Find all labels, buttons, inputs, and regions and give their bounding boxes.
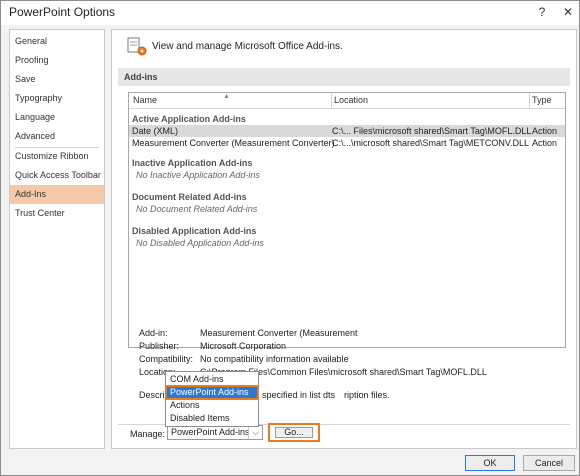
row-name: Date (XML) xyxy=(132,126,179,136)
sidebar-item-proofing[interactable]: Proofing xyxy=(10,51,104,70)
ok-button[interactable]: OK xyxy=(465,455,515,471)
list-header: Name ▲ Location Type xyxy=(129,93,565,109)
row-type: Action xyxy=(532,126,558,136)
go-button[interactable]: Go... xyxy=(268,423,320,442)
sidebar-item-add-ins[interactable]: Add-Ins xyxy=(10,185,104,204)
compatibility-value: No compatibility information available xyxy=(200,354,349,364)
publisher-value: Microsoft Corporation xyxy=(200,341,287,351)
group-document-add-ins: Document Related Add-ins xyxy=(132,192,247,202)
description-value-continued: ription files. xyxy=(344,390,390,400)
manage-label: Manage: xyxy=(130,429,166,439)
sort-ascending-icon: ▲ xyxy=(223,93,230,100)
column-divider xyxy=(331,93,332,109)
sidebar-item-quick-access-toolbar[interactable]: Quick Access Toolbar xyxy=(10,166,104,185)
sidebar-item-customize-ribbon[interactable]: Customize Ribbon xyxy=(10,147,104,166)
manage-dropdown-list[interactable]: COM Add-ins PowerPoint Add-ins Actions D… xyxy=(165,371,259,427)
dropdown-option-disabled-items[interactable]: Disabled Items xyxy=(166,412,258,425)
chevron-down-icon[interactable]: ⌵ xyxy=(248,426,262,439)
addin-value: Measurement Converter (Measurement xyxy=(200,328,358,338)
help-icon[interactable]: ? xyxy=(531,3,553,21)
dropdown-option-actions[interactable]: Actions xyxy=(166,399,258,412)
description-value: specified in list dts xyxy=(262,390,336,400)
group-inactive-add-ins: Inactive Application Add-ins xyxy=(132,158,253,168)
row-name: Measurement Converter (Measurement Conve… xyxy=(132,138,335,148)
group-active-add-ins: Active Application Add-ins xyxy=(132,114,246,124)
section-header: Add-ins xyxy=(118,68,570,86)
dropdown-option-powerpoint-add-ins[interactable]: PowerPoint Add-ins xyxy=(165,385,259,400)
manage-selected-value: PowerPoint Add-ins xyxy=(171,427,250,437)
sidebar-item-advanced[interactable]: Advanced xyxy=(10,127,104,146)
group-disabled-add-ins: Disabled Application Add-ins xyxy=(132,226,257,236)
sidebar-item-language[interactable]: Language xyxy=(10,108,104,127)
page-title: View and manage Microsoft Office Add-ins… xyxy=(152,41,343,52)
row-location: C:\... Files\microsoft shared\Smart Tag\… xyxy=(332,126,532,136)
compatibility-label: Compatibility: xyxy=(139,354,194,364)
dropdown-option-com-add-ins[interactable]: COM Add-ins xyxy=(166,373,258,386)
row-type: Action xyxy=(532,138,558,148)
table-row[interactable]: Date (XML) C:\... Files\microsoft shared… xyxy=(129,125,565,137)
column-header-type[interactable]: Type xyxy=(532,95,552,105)
sidebar-item-general[interactable]: General xyxy=(10,32,104,51)
window-title: PowerPoint Options xyxy=(9,5,116,19)
title-bar: PowerPoint Options ? ✕ xyxy=(1,1,579,25)
column-divider xyxy=(529,93,530,109)
sidebar-item-save[interactable]: Save xyxy=(10,70,104,89)
empty-group-text: No Disabled Application Add-ins xyxy=(136,238,264,248)
sidebar-item-typography[interactable]: Typography xyxy=(10,89,104,108)
empty-group-text: No Document Related Add-ins xyxy=(136,204,258,214)
addins-gear-icon xyxy=(126,36,150,58)
add-ins-list[interactable]: Name ▲ Location Type Active Application … xyxy=(128,92,566,348)
cancel-button[interactable]: Cancel xyxy=(523,455,575,471)
manage-select[interactable]: PowerPoint Add-ins ⌵ xyxy=(167,425,263,440)
column-header-location[interactable]: Location xyxy=(334,95,368,105)
close-icon[interactable]: ✕ xyxy=(557,3,579,21)
table-row[interactable]: Measurement Converter (Measurement Conve… xyxy=(129,137,565,149)
sidebar-item-trust-center[interactable]: Trust Center xyxy=(10,204,104,223)
row-location: C:\...\microsoft shared\Smart Tag\METCON… xyxy=(332,138,530,148)
empty-group-text: No Inactive Application Add-ins xyxy=(136,170,260,180)
options-dialog: PowerPoint Options ? ✕ General Proofing … xyxy=(0,0,580,476)
addin-label: Add-in: xyxy=(139,328,168,338)
column-header-name[interactable]: Name xyxy=(133,95,157,105)
options-sidebar: General Proofing Save Typography Languag… xyxy=(9,29,105,449)
publisher-label: Publisher: xyxy=(139,341,180,351)
go-button-label: Go... xyxy=(275,427,313,438)
